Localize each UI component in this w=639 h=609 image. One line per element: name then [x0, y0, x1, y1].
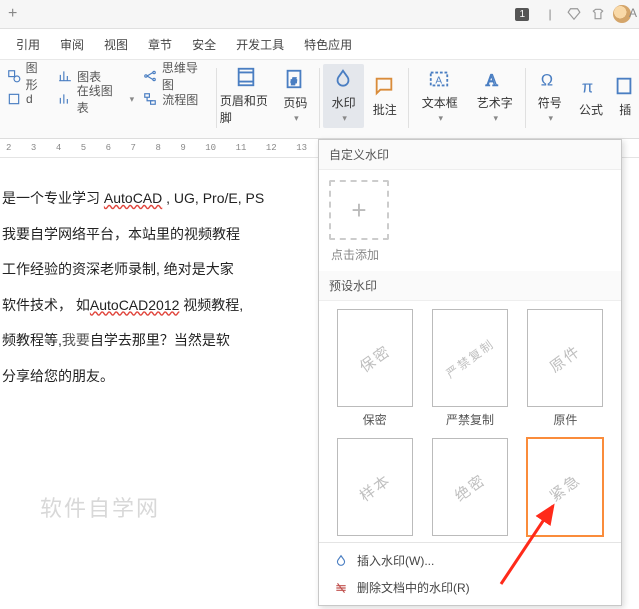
textbox-label: 文本框: [422, 94, 458, 111]
ghost-a: A: [629, 6, 637, 20]
ribbon: 图形 d 图表 在线图表 思维导图 流程图 页眉和页脚 # 页码 水印 批注 A…: [0, 60, 639, 139]
plus-icon: +: [351, 195, 366, 226]
pageno-button[interactable]: # 页码: [275, 64, 316, 128]
ribbon-letter[interactable]: d: [6, 89, 49, 109]
pageno-icon: #: [283, 68, 307, 92]
remove-watermark-item[interactable]: 删除文档中的水印(R): [319, 574, 621, 601]
remove-icon: [333, 580, 349, 596]
onchart-label: 在线图表: [77, 82, 124, 116]
gem-icon[interactable]: [565, 5, 583, 23]
wm-preset-nocopy[interactable]: 严禁复制: [432, 309, 508, 407]
ruler-tick: 10: [205, 143, 216, 153]
ruler-tick: 11: [236, 143, 247, 153]
ruler-tick: 13: [296, 143, 307, 153]
ruler-tick: 3: [31, 143, 36, 153]
shapes-icon: [6, 68, 22, 84]
headerfooter-label: 页眉和页脚: [220, 92, 275, 126]
svg-text:A: A: [485, 70, 497, 89]
svg-text:#: #: [292, 77, 298, 87]
textbox-button[interactable]: A 文本框: [412, 64, 467, 128]
watermark-icon: [332, 68, 356, 92]
wm-preset-confidential[interactable]: 保密: [337, 309, 413, 407]
insert-watermark-label: 插入水印(W)...: [357, 552, 434, 569]
annotate-label: 批注: [373, 101, 397, 118]
ins-button[interactable]: 插: [612, 64, 639, 128]
d-icon: [6, 91, 22, 107]
shapes-label: 图形: [26, 59, 50, 93]
ruler-tick: 6: [106, 143, 111, 153]
wm-preset-original[interactable]: 原件: [527, 309, 603, 407]
tab-security[interactable]: 安全: [182, 29, 226, 59]
chart-icon: [57, 68, 73, 84]
skin-icon[interactable]: [589, 5, 607, 23]
ruler-tick: 9: [180, 143, 185, 153]
add-watermark-label: 点击添加: [331, 246, 611, 263]
flow-label: 流程图: [162, 91, 198, 108]
symbol-button[interactable]: Ω 符号: [529, 64, 570, 128]
onlinechart-button[interactable]: 在线图表: [57, 89, 134, 109]
flow-icon: [142, 91, 158, 107]
wm-caption: 严禁复制: [446, 411, 494, 428]
ruler-tick: 5: [81, 143, 86, 153]
textbox-icon: A: [428, 68, 452, 92]
notification-badge[interactable]: 1: [515, 8, 529, 21]
titlebar: + 1 |: [0, 0, 639, 29]
tab-devtools[interactable]: 开发工具: [226, 29, 294, 59]
tab-view[interactable]: 视图: [94, 29, 138, 59]
watermark-label: 水印: [332, 94, 356, 111]
headerfooter-button[interactable]: 页眉和页脚: [220, 64, 275, 128]
dd-section-custom: 自定义水印: [319, 140, 621, 170]
wm-caption: 保密: [363, 411, 387, 428]
ruler-tick: 4: [56, 143, 61, 153]
ruler-tick: 2: [6, 143, 11, 153]
menubar: 引用 审阅 视图 章节 安全 开发工具 特色应用 A: [0, 29, 639, 60]
wordart-button[interactable]: A 艺术字: [467, 64, 522, 128]
remove-watermark-label: 删除文档中的水印(R): [357, 579, 470, 596]
add-watermark-button[interactable]: +: [329, 180, 389, 240]
wordart-icon: A: [483, 68, 507, 92]
insert-watermark-item[interactable]: 插入水印(W)...: [319, 547, 621, 574]
ins-label: 插: [619, 101, 631, 118]
d-label: d: [26, 92, 33, 106]
ruler-tick: 8: [155, 143, 160, 153]
divider-icon: |: [541, 5, 559, 23]
formula-button[interactable]: π 公式: [570, 64, 611, 128]
wordart-label: 艺术字: [477, 94, 513, 111]
wm-preset-urgent[interactable]: 紧急: [527, 438, 603, 536]
document-area: 23456789101112131415161718 是一个专业学习 AutoC…: [0, 139, 639, 609]
watermark-dropdown: 自定义水印 + 点击添加 预设水印 保密保密 严禁复制严禁复制 原件原件 样本 …: [318, 139, 622, 606]
mindmap-icon: [142, 68, 158, 84]
new-tab-button[interactable]: +: [8, 5, 17, 23]
symbol-icon: Ω: [538, 68, 562, 92]
annotate-icon: [373, 75, 397, 99]
headerfooter-icon: [235, 66, 259, 90]
mind-label: 思维导图: [162, 59, 209, 93]
annotate-button[interactable]: 批注: [364, 64, 405, 128]
svg-text:A: A: [435, 76, 442, 87]
onlinechart-icon: [57, 91, 73, 107]
ruler-tick: 12: [266, 143, 277, 153]
ins-icon: [613, 75, 637, 99]
pageno-label: 页码: [283, 94, 307, 111]
mindmap-button[interactable]: 思维导图: [142, 66, 209, 86]
tab-features[interactable]: 特色应用: [294, 29, 362, 59]
wm-preset-sample[interactable]: 样本: [337, 438, 413, 536]
formula-label: 公式: [579, 101, 603, 118]
wm-caption: 原件: [553, 411, 577, 428]
symbol-label: 符号: [538, 94, 562, 111]
tab-reference[interactable]: 引用: [6, 29, 50, 59]
flow-button[interactable]: 流程图: [142, 89, 209, 109]
shapes-button[interactable]: 图形: [6, 66, 49, 86]
formula-icon: π: [579, 75, 603, 99]
tab-chapter[interactable]: 章节: [138, 29, 182, 59]
dd-section-preset: 预设水印: [319, 271, 621, 301]
ruler-tick: 7: [131, 143, 136, 153]
watermark-button[interactable]: 水印: [323, 64, 364, 128]
tab-review[interactable]: 审阅: [50, 29, 94, 59]
watermark-icon: [333, 553, 349, 569]
background-watermark: 软件自学网: [40, 491, 160, 523]
svg-text:π: π: [582, 78, 593, 96]
wm-preset-topsecret[interactable]: 绝密: [432, 438, 508, 536]
svg-text:Ω: Ω: [541, 71, 553, 89]
